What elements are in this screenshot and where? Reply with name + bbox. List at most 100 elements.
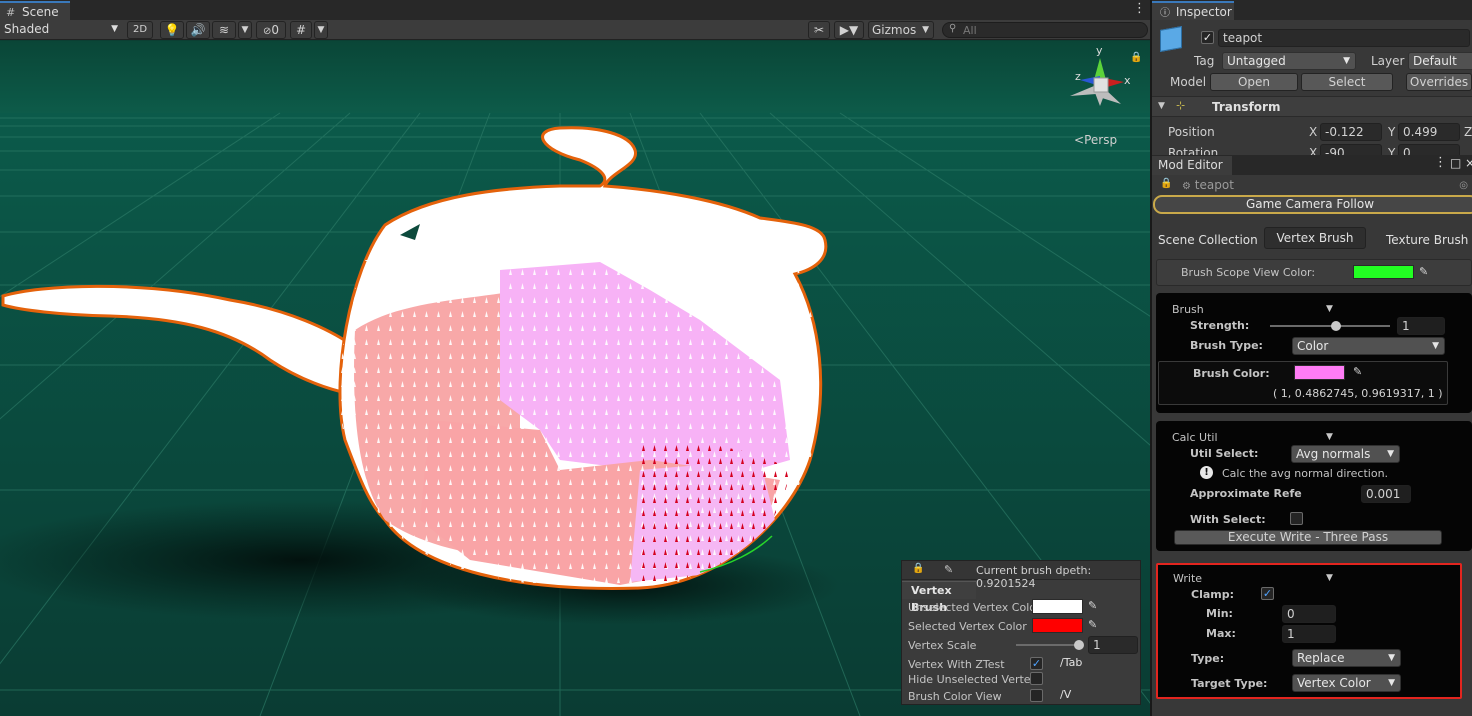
shading-mode-label: Shaded <box>4 22 50 36</box>
mod-lock-icon[interactable]: 🔒 <box>1160 178 1172 189</box>
unselected-color-swatch[interactable] <box>1032 599 1083 614</box>
color-view-shortcut: /V <box>1060 688 1072 701</box>
write-type-dropdown[interactable]: Replace ▼ <box>1292 649 1401 667</box>
info-exclamation-icon: ! <box>1200 466 1213 479</box>
foldout-chevron-icon[interactable]: ▼ <box>1326 304 1333 314</box>
ztest-checkbox[interactable]: ✓ <box>1030 657 1043 670</box>
clamp-checkbox[interactable]: ✓ <box>1261 587 1274 600</box>
eyedropper-icon[interactable]: ✎ <box>1088 618 1097 631</box>
brush-color-view-checkbox[interactable] <box>1030 689 1043 702</box>
brush-color-label: Brush Color: <box>1193 367 1270 380</box>
foldout-chevron-icon[interactable]: ▼ <box>1326 573 1333 583</box>
transform-title: Transform <box>1212 100 1281 114</box>
write-section: Write ▼ Clamp: ✓ Min: 0 Max: 1 Type: Rep… <box>1156 563 1462 699</box>
target-object-field[interactable]: ⚙ teapot ◎ <box>1182 177 1472 194</box>
scene-tab-label: Scene <box>22 5 59 19</box>
inspector-tab-bar: ⓘ Inspector <box>1152 0 1472 20</box>
object-active-checkbox[interactable]: ✓ <box>1201 31 1214 44</box>
transform-header[interactable]: ▼ ⊹ Transform <box>1152 96 1472 117</box>
vertex-scale-field[interactable]: 1 <box>1088 636 1138 654</box>
brush-color-swatch[interactable] <box>1294 365 1345 380</box>
strength-slider[interactable] <box>1270 321 1390 331</box>
strength-field[interactable]: 1 <box>1397 317 1445 335</box>
pos-z-label: Z <box>1464 125 1472 139</box>
execute-write-button[interactable]: Execute Write - Three Pass <box>1174 530 1442 545</box>
select-button[interactable]: Select <box>1301 73 1393 91</box>
scene-tab[interactable]: # Scene <box>0 1 70 20</box>
clamp-label: Clamp: <box>1191 588 1235 601</box>
grid-chevron-icon[interactable]: ▼ <box>314 21 328 39</box>
persp-label[interactable]: <Persp <box>1074 133 1117 147</box>
audio-toggle-icon[interactable]: 🔊 <box>186 21 210 39</box>
info-icon: ⓘ <box>1160 8 1170 19</box>
hide-unselected-label: Hide Unselected Vertex <box>908 673 1037 686</box>
foldout-chevron-icon[interactable]: ▼ <box>1326 432 1333 442</box>
target-picker-icon[interactable]: ◎ <box>1459 177 1468 194</box>
overrides-button[interactable]: Overrides <box>1406 73 1472 91</box>
hidden-count: 0 <box>271 23 280 37</box>
eyedropper-icon[interactable]: ✎ <box>1419 265 1428 278</box>
scope-color-swatch[interactable] <box>1353 265 1414 279</box>
target-type-dropdown[interactable]: Vertex Color ▼ <box>1292 674 1401 692</box>
selected-color-swatch[interactable] <box>1032 618 1083 633</box>
lighting-toggle-icon[interactable]: 💡 <box>160 21 184 39</box>
approx-field[interactable]: 0.001 <box>1361 485 1411 503</box>
position-y-field[interactable]: 0.499 <box>1398 123 1460 141</box>
slider-handle[interactable] <box>1331 321 1341 331</box>
transform-icon: ⊹ <box>1176 99 1186 112</box>
grid-icon: # <box>6 6 16 19</box>
2d-toggle-button[interactable]: 2D <box>127 21 153 39</box>
effects-toggle-icon[interactable]: ≋ <box>212 21 236 39</box>
gizmos-dropdown[interactable]: Gizmos ▼ <box>868 21 934 39</box>
shading-mode-dropdown[interactable]: Shaded ▼ <box>4 21 120 38</box>
util-select-dropdown[interactable]: Avg normals ▼ <box>1291 445 1400 463</box>
chevron-down-icon: ▼ <box>111 24 118 34</box>
mod-editor-tab-bar: Mod Editor ⋮ □ × <box>1152 155 1472 175</box>
tab-texture-brush[interactable]: Texture Brush <box>1386 229 1472 251</box>
rotation-x-field[interactable]: -90 <box>1320 144 1382 155</box>
tag-dropdown[interactable]: Untagged ▼ <box>1222 52 1356 70</box>
overlay-lock-icon[interactable]: 🔒 <box>912 563 924 574</box>
with-select-checkbox[interactable] <box>1290 512 1303 525</box>
vertex-scale-slider[interactable] <box>1016 640 1084 650</box>
open-button[interactable]: Open <box>1210 73 1298 91</box>
scene-search-field[interactable]: ⚲ All <box>942 22 1148 38</box>
brush-type-label: Brush Type: <box>1190 339 1263 352</box>
eyedropper-icon[interactable]: ✎ <box>1353 365 1362 378</box>
maximize-icon[interactable]: □ <box>1450 156 1461 170</box>
visibility-toggle-button[interactable]: ⊘0 <box>256 21 286 39</box>
camera-icon[interactable]: ▶▼ <box>834 21 864 39</box>
min-field[interactable]: 0 <box>1282 605 1336 623</box>
grid-toggle-icon[interactable]: # <box>290 21 312 39</box>
position-x-field[interactable]: -0.122 <box>1320 123 1382 141</box>
axis-gizmo[interactable]: y x z <box>1066 44 1136 116</box>
brush-type-dropdown[interactable]: Color ▼ <box>1292 337 1445 355</box>
game-camera-follow-button[interactable]: Game Camera Follow <box>1153 195 1472 214</box>
tab-vertex-brush[interactable]: Vertex Brush <box>1264 227 1366 249</box>
layer-dropdown[interactable]: Default <box>1408 52 1472 70</box>
scene-panel: # Scene ⋮ Shaded ▼ 2D 💡 🔊 ≋ ▼ ⊘0 # ▼ ✂ ▶… <box>0 0 1150 716</box>
object-name-field[interactable]: teapot <box>1218 29 1470 47</box>
brush-depth-text: Current brush dpeth: 0.9201524 <box>976 564 1092 590</box>
scene-menu-icon[interactable]: ⋮ <box>1133 1 1146 16</box>
slider-handle[interactable] <box>1074 640 1084 650</box>
max-field[interactable]: 1 <box>1282 625 1336 643</box>
inspector-tab[interactable]: ⓘ Inspector <box>1152 1 1234 20</box>
search-placeholder: All <box>963 24 977 37</box>
tools-icon[interactable]: ✂ <box>808 21 830 39</box>
mod-editor-tab[interactable]: Mod Editor <box>1152 156 1232 175</box>
pos-x-label: X <box>1309 125 1318 139</box>
overlay-brush-icon[interactable]: ✎ <box>944 563 953 576</box>
vertex-scale-label: Vertex Scale <box>908 639 977 652</box>
close-icon[interactable]: × <box>1465 156 1472 170</box>
eyedropper-icon[interactable]: ✎ <box>1088 599 1097 612</box>
object-cube-icon <box>1160 26 1182 52</box>
lock-icon[interactable]: 🔒 <box>1130 52 1142 63</box>
rotation-y-field[interactable]: 0 <box>1398 144 1460 155</box>
effects-chevron-icon[interactable]: ▼ <box>238 21 252 39</box>
tag-value: Untagged <box>1227 54 1286 68</box>
mod-editor-menu-icon[interactable]: ⋮ <box>1434 155 1447 170</box>
hide-unselected-checkbox[interactable] <box>1030 672 1043 685</box>
tab-scene-collection[interactable]: Scene Collection <box>1158 229 1262 251</box>
position-label: Position <box>1168 125 1215 139</box>
